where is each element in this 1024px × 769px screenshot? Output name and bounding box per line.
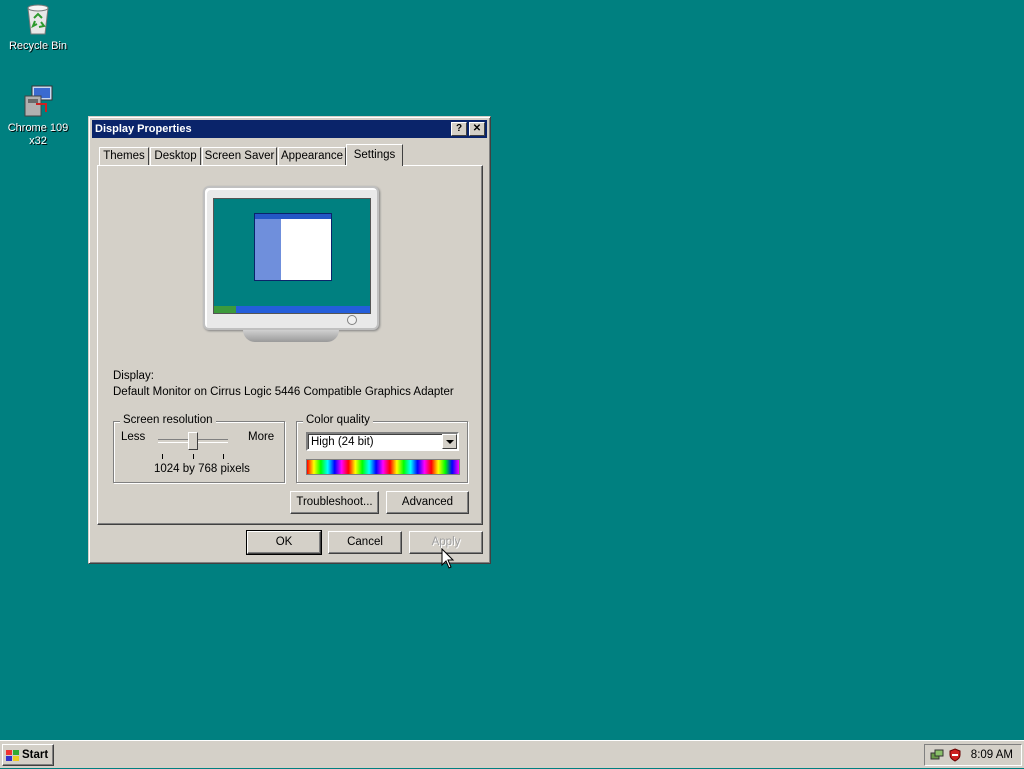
windows-flag-icon xyxy=(6,749,19,761)
resolution-value-text: 1024 by 768 pixels xyxy=(154,463,250,475)
taskbar: Start 8:09 AM xyxy=(0,740,1024,768)
network-icon[interactable] xyxy=(930,748,944,762)
settings-tab-panel: Display: Default Monitor on Cirrus Logic… xyxy=(97,165,483,525)
ok-button[interactable]: OK xyxy=(246,530,322,555)
tab-themes[interactable]: Themes xyxy=(99,147,149,165)
recycle-bin-icon xyxy=(20,2,56,36)
color-quality-value: High (24 bit) xyxy=(311,436,374,448)
color-quality-select[interactable]: High (24 bit) xyxy=(306,432,459,451)
tab-appearance[interactable]: Appearance xyxy=(278,147,346,165)
desktop-icon-recycle-bin[interactable]: Recycle Bin xyxy=(0,2,76,53)
start-button[interactable]: Start xyxy=(2,744,54,766)
display-adapter-text: Default Monitor on Cirrus Logic 5446 Com… xyxy=(113,386,454,398)
slider-tick xyxy=(162,454,163,459)
mouse-cursor-icon xyxy=(441,547,455,573)
monitor-stand xyxy=(243,330,339,342)
chrome-installer-icon xyxy=(20,84,56,118)
security-shield-icon[interactable] xyxy=(948,748,962,762)
display-label: Display: xyxy=(113,370,154,382)
chrome-icon-label-line2: x32 xyxy=(29,135,47,147)
window-title: Display Properties xyxy=(95,123,192,135)
preview-taskbar-thumbnail xyxy=(214,306,370,313)
recycle-bin-label: Recycle Bin xyxy=(8,40,68,52)
color-quality-group: Color quality High (24 bit) xyxy=(296,414,468,483)
color-quality-title: Color quality xyxy=(303,414,373,426)
screen-resolution-group: Screen resolution Less More 1024 by 768 … xyxy=(113,414,285,483)
resolution-slider-thumb[interactable] xyxy=(188,432,198,450)
close-button[interactable]: ✕ xyxy=(469,122,485,136)
tab-settings[interactable]: Settings xyxy=(346,144,403,166)
preview-window-thumbnail xyxy=(254,213,332,281)
slider-tick xyxy=(193,454,194,459)
cancel-button[interactable]: Cancel xyxy=(328,531,402,554)
chevron-down-icon[interactable] xyxy=(442,434,457,449)
color-spectrum-bar xyxy=(306,459,460,475)
monitor-power-icon xyxy=(347,315,357,325)
tab-screen-saver[interactable]: Screen Saver xyxy=(202,147,277,165)
monitor-preview xyxy=(203,186,379,330)
monitor-preview-screen xyxy=(213,198,371,314)
clock[interactable]: 8:09 AM xyxy=(971,749,1013,761)
slider-tick xyxy=(223,454,224,459)
resolution-less-label: Less xyxy=(121,431,146,443)
resolution-more-label: More xyxy=(248,431,275,443)
chrome-icon-label-line1: Chrome 109 xyxy=(7,122,69,134)
start-label: Start xyxy=(22,749,49,761)
display-properties-window: Display Properties ? ✕ Themes Desktop Sc… xyxy=(88,116,491,564)
advanced-button[interactable]: Advanced xyxy=(386,491,469,514)
desktop-icon-chrome-109[interactable]: Chrome 109 x32 xyxy=(0,84,76,148)
close-icon: ✕ xyxy=(472,123,482,134)
title-bar[interactable]: Display Properties ? ✕ xyxy=(92,120,487,138)
system-tray: 8:09 AM xyxy=(924,744,1022,766)
screen-resolution-title: Screen resolution xyxy=(120,414,216,426)
tab-desktop[interactable]: Desktop xyxy=(150,147,201,165)
help-button[interactable]: ? xyxy=(451,122,467,136)
troubleshoot-button[interactable]: Troubleshoot... xyxy=(290,491,379,514)
